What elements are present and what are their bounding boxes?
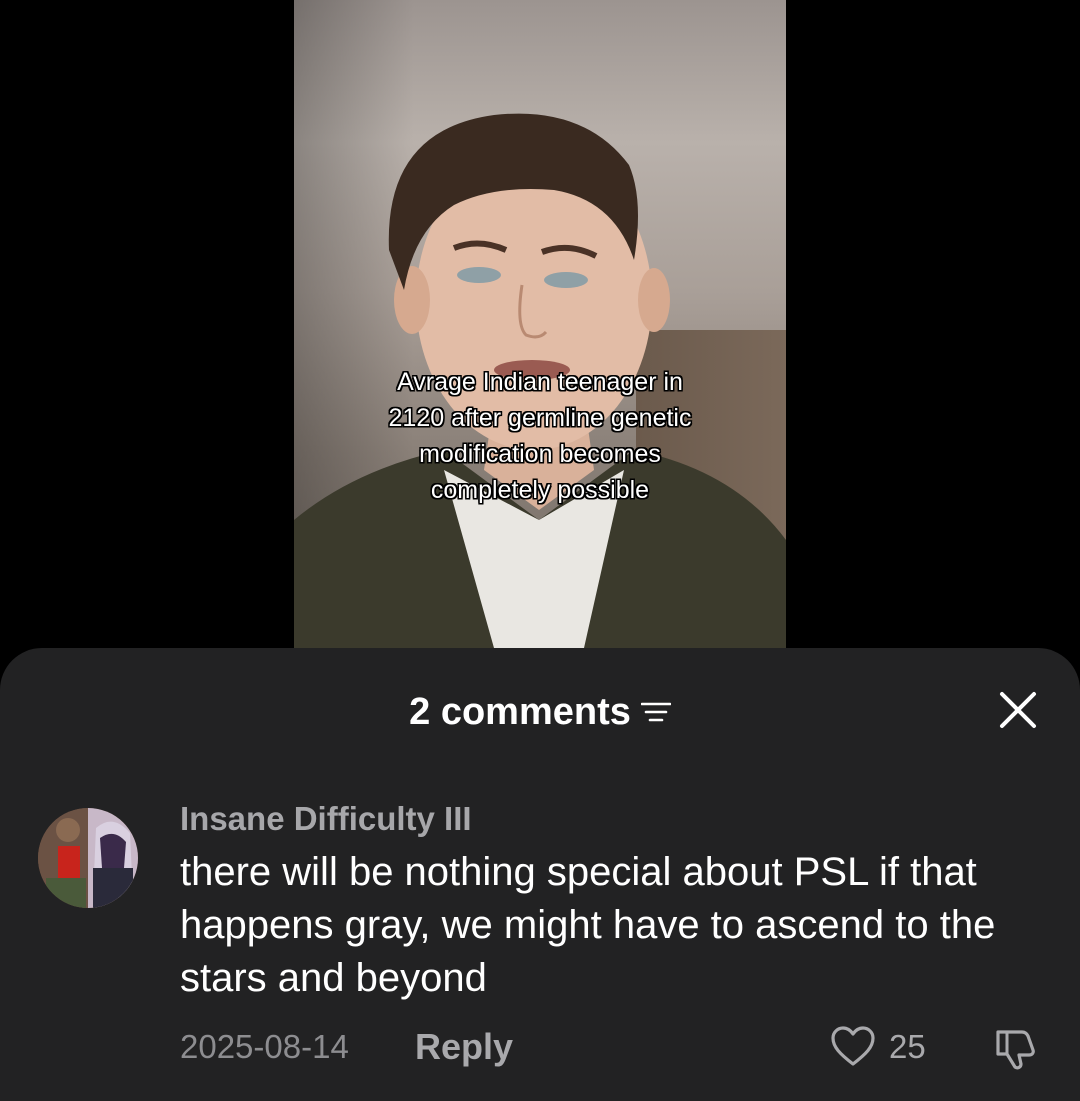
comments-header: 2 comments <box>0 684 1080 740</box>
comment-username[interactable]: Insane Difficulty III <box>180 800 472 838</box>
comment-item: Insane Difficulty III there will be noth… <box>0 798 1080 1088</box>
sort-lines-icon[interactable] <box>640 699 672 725</box>
comments-sheet: 2 comments Insane Difficulty III there w… <box>0 648 1080 1101</box>
avatar[interactable] <box>38 808 138 908</box>
thumbs-down-icon[interactable] <box>992 1024 1040 1072</box>
close-x-icon[interactable] <box>996 688 1040 732</box>
comments-count-title: 2 comments <box>409 690 631 733</box>
reply-button[interactable]: Reply <box>415 1026 513 1068</box>
heart-outline-icon[interactable] <box>830 1024 876 1070</box>
video-player[interactable]: Avrage Indian teenager in 2120 after ger… <box>294 0 786 648</box>
comment-text: there will be nothing special about PSL … <box>180 850 996 1000</box>
video-caption: Avrage Indian teenager in 2120 after ger… <box>388 368 692 504</box>
comment-date: 2025-08-14 <box>180 1028 349 1065</box>
video-person-figure <box>294 113 786 648</box>
like-count: 25 <box>889 1028 926 1065</box>
app-screen: Avrage Indian teenager in 2120 after ger… <box>0 0 1080 1101</box>
